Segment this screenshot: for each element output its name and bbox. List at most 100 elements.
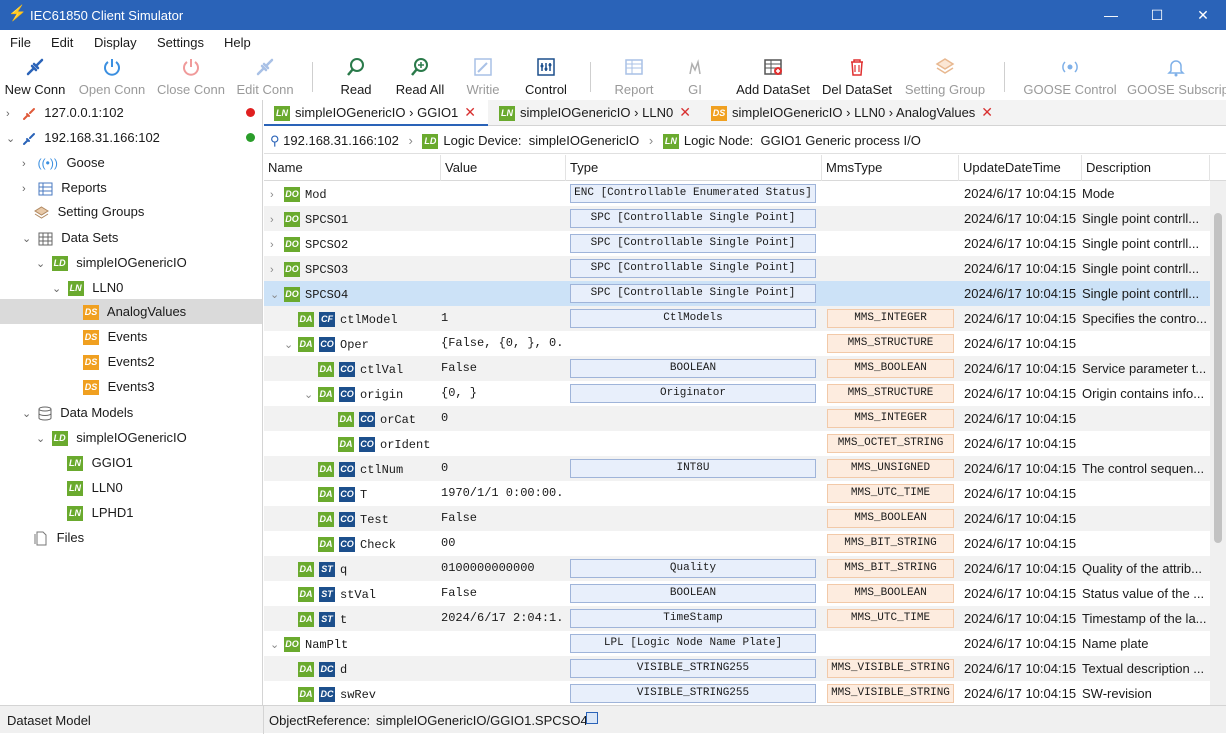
menu-file[interactable]: File — [10, 35, 31, 50]
tab-lln0[interactable]: LN simpleIOGenericIO › LLN0 ✕ — [489, 100, 699, 126]
table-row[interactable]: DA DC d VISIBLE_STRING255 MMS_VISIBLE_STRING… — [264, 656, 1210, 681]
close-tab-icon[interactable]: ✕ — [981, 104, 993, 120]
edit-conn-button[interactable]: Edit Conn — [233, 54, 297, 100]
tree-data-models[interactable]: ⌄ Data Models — [22, 400, 133, 425]
open-conn-button[interactable]: Open Conn — [76, 54, 148, 100]
table-row[interactable]: ⌄ DA CO origin {0, } Originator MMS_STRUCTURE 2… — [264, 381, 1210, 406]
minimize-button[interactable]: — — [1088, 0, 1134, 30]
table-row[interactable]: DA CO Check 00 MMS_BIT_STRING 2024/6/17 10:04… — [264, 531, 1210, 556]
chevron-down-icon[interactable]: ⌄ — [284, 333, 298, 356]
breadcrumb: ⚲ 192.168.31.166:102 › LD Logic Device: s… — [264, 127, 1226, 154]
app-lightning-icon: ⚡ — [8, 5, 27, 22]
new-conn-button[interactable]: New Conn — [2, 54, 68, 100]
goose-subscript-button[interactable]: GOOSE Subscript — [1125, 54, 1226, 100]
vertical-scrollbar[interactable] — [1210, 181, 1226, 705]
tree-dm-ln[interactable]: LN LLN0 — [67, 475, 123, 500]
menu-settings[interactable]: Settings — [157, 35, 204, 50]
control-button[interactable]: Control — [520, 54, 572, 100]
menu-help[interactable]: Help — [224, 35, 251, 50]
close-tab-icon[interactable]: ✕ — [464, 104, 476, 120]
table-row[interactable]: DA CO orIdent MMS_OCTET_STRING 2024/6/17 10:… — [264, 431, 1210, 456]
tree-data-sets[interactable]: ⌄ Data Sets — [22, 225, 118, 250]
table-row[interactable]: DA CF ctlModel 1 CtlModels MMS_INTEGER 2024/6/… — [264, 306, 1210, 331]
tree-server-127[interactable]: › 127.0.0.1:102 — [6, 100, 261, 125]
chevron-down-icon[interactable]: ⌄ — [22, 402, 34, 427]
tree-files[interactable]: Files — [34, 525, 84, 550]
table-row[interactable]: DA CO ctlVal False BOOLEAN MMS_BOOLEAN 2024/6/… — [264, 356, 1210, 381]
breadcrumb-ld[interactable]: simpleIOGenericIO — [529, 133, 640, 148]
column-update-time[interactable]: UpdateDateTime — [959, 155, 1082, 181]
table-row[interactable]: DA CO orCat 0 MMS_INTEGER 2024/6/17 10:04:15 — [264, 406, 1210, 431]
tree-ds-item[interactable]: DS AnalogValues — [0, 299, 262, 324]
chevron-down-icon[interactable]: ⌄ — [22, 227, 34, 252]
column-name[interactable]: Name — [264, 155, 441, 181]
column-description[interactable]: Description — [1082, 155, 1210, 181]
tree-dm-ln[interactable]: LN GGIO1 — [67, 450, 133, 475]
copy-icon[interactable] — [586, 712, 598, 724]
goose-control-button[interactable]: GOOSE Control — [1022, 54, 1118, 100]
chevron-right-icon[interactable]: › — [22, 152, 34, 177]
tree-dm-ld[interactable]: ⌄ LD simpleIOGenericIO — [36, 425, 187, 450]
chevron-down-icon[interactable]: ⌄ — [36, 252, 48, 277]
maximize-button[interactable]: ☐ — [1134, 0, 1180, 30]
close-tab-icon[interactable]: ✕ — [679, 104, 691, 120]
tree-dm-ln[interactable]: LN LPHD1 — [67, 500, 134, 525]
write-button[interactable]: Writie — [462, 54, 504, 100]
table-row[interactable]: DA ST t 2024/6/17 2:04:1... TimeStamp MMS_UTC… — [264, 606, 1210, 631]
table-row[interactable]: DA DC swRev VISIBLE_STRING255 MMS_VISIBLE_ST… — [264, 681, 1210, 705]
table-row[interactable]: DA ST q 0100000000000 Quality MMS_BIT_STRING 2… — [264, 556, 1210, 581]
tree-ds-item[interactable]: DS Events3 — [83, 374, 155, 399]
breadcrumb-server[interactable]: 192.168.31.166:102 — [283, 133, 399, 148]
chevron-down-icon[interactable]: ⌄ — [270, 633, 284, 656]
column-value[interactable]: Value — [441, 155, 566, 181]
tab-ggio1[interactable]: LN simpleIOGenericIO › GGIO1 ✕ — [264, 100, 488, 126]
table-row[interactable]: › DO SPCSO1 SPC [Controllable Single Point]… — [264, 206, 1210, 231]
table-row[interactable]: › DO SPCSO3 SPC [Controllable Single Point]… — [264, 256, 1210, 281]
report-button[interactable]: Report — [612, 54, 656, 100]
chevron-right-icon[interactable]: › — [22, 177, 34, 202]
tree-setting-groups[interactable]: Setting Groups — [34, 199, 144, 224]
breadcrumb-ln[interactable]: GGIO1 Generic process I/O — [760, 133, 920, 148]
table-row[interactable]: › DO SPCSO2 SPC [Controllable Single Point]… — [264, 231, 1210, 256]
menu-display[interactable]: Display — [94, 35, 137, 50]
chevron-down-icon[interactable]: ⌄ — [304, 383, 318, 406]
close-window-button[interactable]: ✕ — [1180, 0, 1226, 30]
tree-ds-ln[interactable]: ⌄ LN LLN0 — [52, 275, 123, 300]
chevron-down-icon[interactable]: ⌄ — [36, 427, 48, 452]
tree-ds-ld[interactable]: ⌄ LD simpleIOGenericIO — [36, 250, 187, 275]
table-row[interactable]: DA CO ctlNum 0 INT8U MMS_UNSIGNED 2024/6/17 10… — [264, 456, 1210, 481]
chevron-right-icon[interactable]: › — [270, 183, 284, 206]
table-row[interactable]: DA ST stVal False BOOLEAN MMS_BOOLEAN 2024/6/1… — [264, 581, 1210, 606]
gi-button[interactable]: GI — [680, 54, 710, 100]
chevron-right-icon[interactable]: › — [6, 102, 18, 127]
table-row[interactable]: ⌄ DO SPCSO4 SPC [Controllable Single Point]… — [264, 281, 1210, 306]
tree-reports[interactable]: › Reports — [22, 175, 107, 200]
read-all-button[interactable]: Read All — [394, 54, 446, 100]
tree-goose[interactable]: › ((•)) Goose — [22, 150, 105, 175]
chevron-down-icon[interactable]: ⌄ — [6, 127, 18, 152]
tab-analogvalues[interactable]: DS simpleIOGenericIO › LLN0 › AnalogValue… — [701, 100, 1001, 126]
table-row[interactable]: ⌄ DA CO Oper {False, {0, }, 0... MMS_STRUCTUR… — [264, 331, 1210, 356]
table-row[interactable]: ⌄ DO NamPlt LPL [Logic Node Name Plate] 2024… — [264, 631, 1210, 656]
scrollbar-thumb[interactable] — [1214, 213, 1222, 543]
connection-tree: › 127.0.0.1:102 ⌄ 192.168.31.166:102 › (… — [0, 100, 263, 705]
read-button[interactable]: Read — [334, 54, 378, 100]
menu-edit[interactable]: Edit — [51, 35, 73, 50]
tree-ds-item[interactable]: DS Events2 — [83, 349, 155, 374]
table-row[interactable]: DA CO T 1970/1/1 0:00:00... MMS_UTC_TIME 2024… — [264, 481, 1210, 506]
table-row[interactable]: › DO Mod ENC [Controllable Enumerated Statu… — [264, 181, 1210, 206]
chevron-down-icon[interactable]: ⌄ — [270, 283, 284, 306]
tree-ds-item[interactable]: DS Events — [83, 324, 147, 349]
close-conn-button[interactable]: Close Conn — [155, 54, 227, 100]
setting-group-button[interactable]: Setting Group — [902, 54, 988, 100]
add-dataset-button[interactable]: Add DataSet — [734, 54, 812, 100]
column-type[interactable]: Type — [566, 155, 822, 181]
del-dataset-button[interactable]: Del DataSet — [820, 54, 894, 100]
tree-server-192[interactable]: ⌄ 192.168.31.166:102 — [6, 125, 261, 150]
chevron-right-icon[interactable]: › — [270, 233, 284, 256]
column-mms-type[interactable]: MmsType — [822, 155, 959, 181]
da-badge-icon: DA — [298, 662, 314, 678]
chevron-right-icon[interactable]: › — [270, 258, 284, 281]
chevron-right-icon[interactable]: › — [270, 208, 284, 231]
table-row[interactable]: DA CO Test False MMS_BOOLEAN 2024/6/17 10:04:… — [264, 506, 1210, 531]
